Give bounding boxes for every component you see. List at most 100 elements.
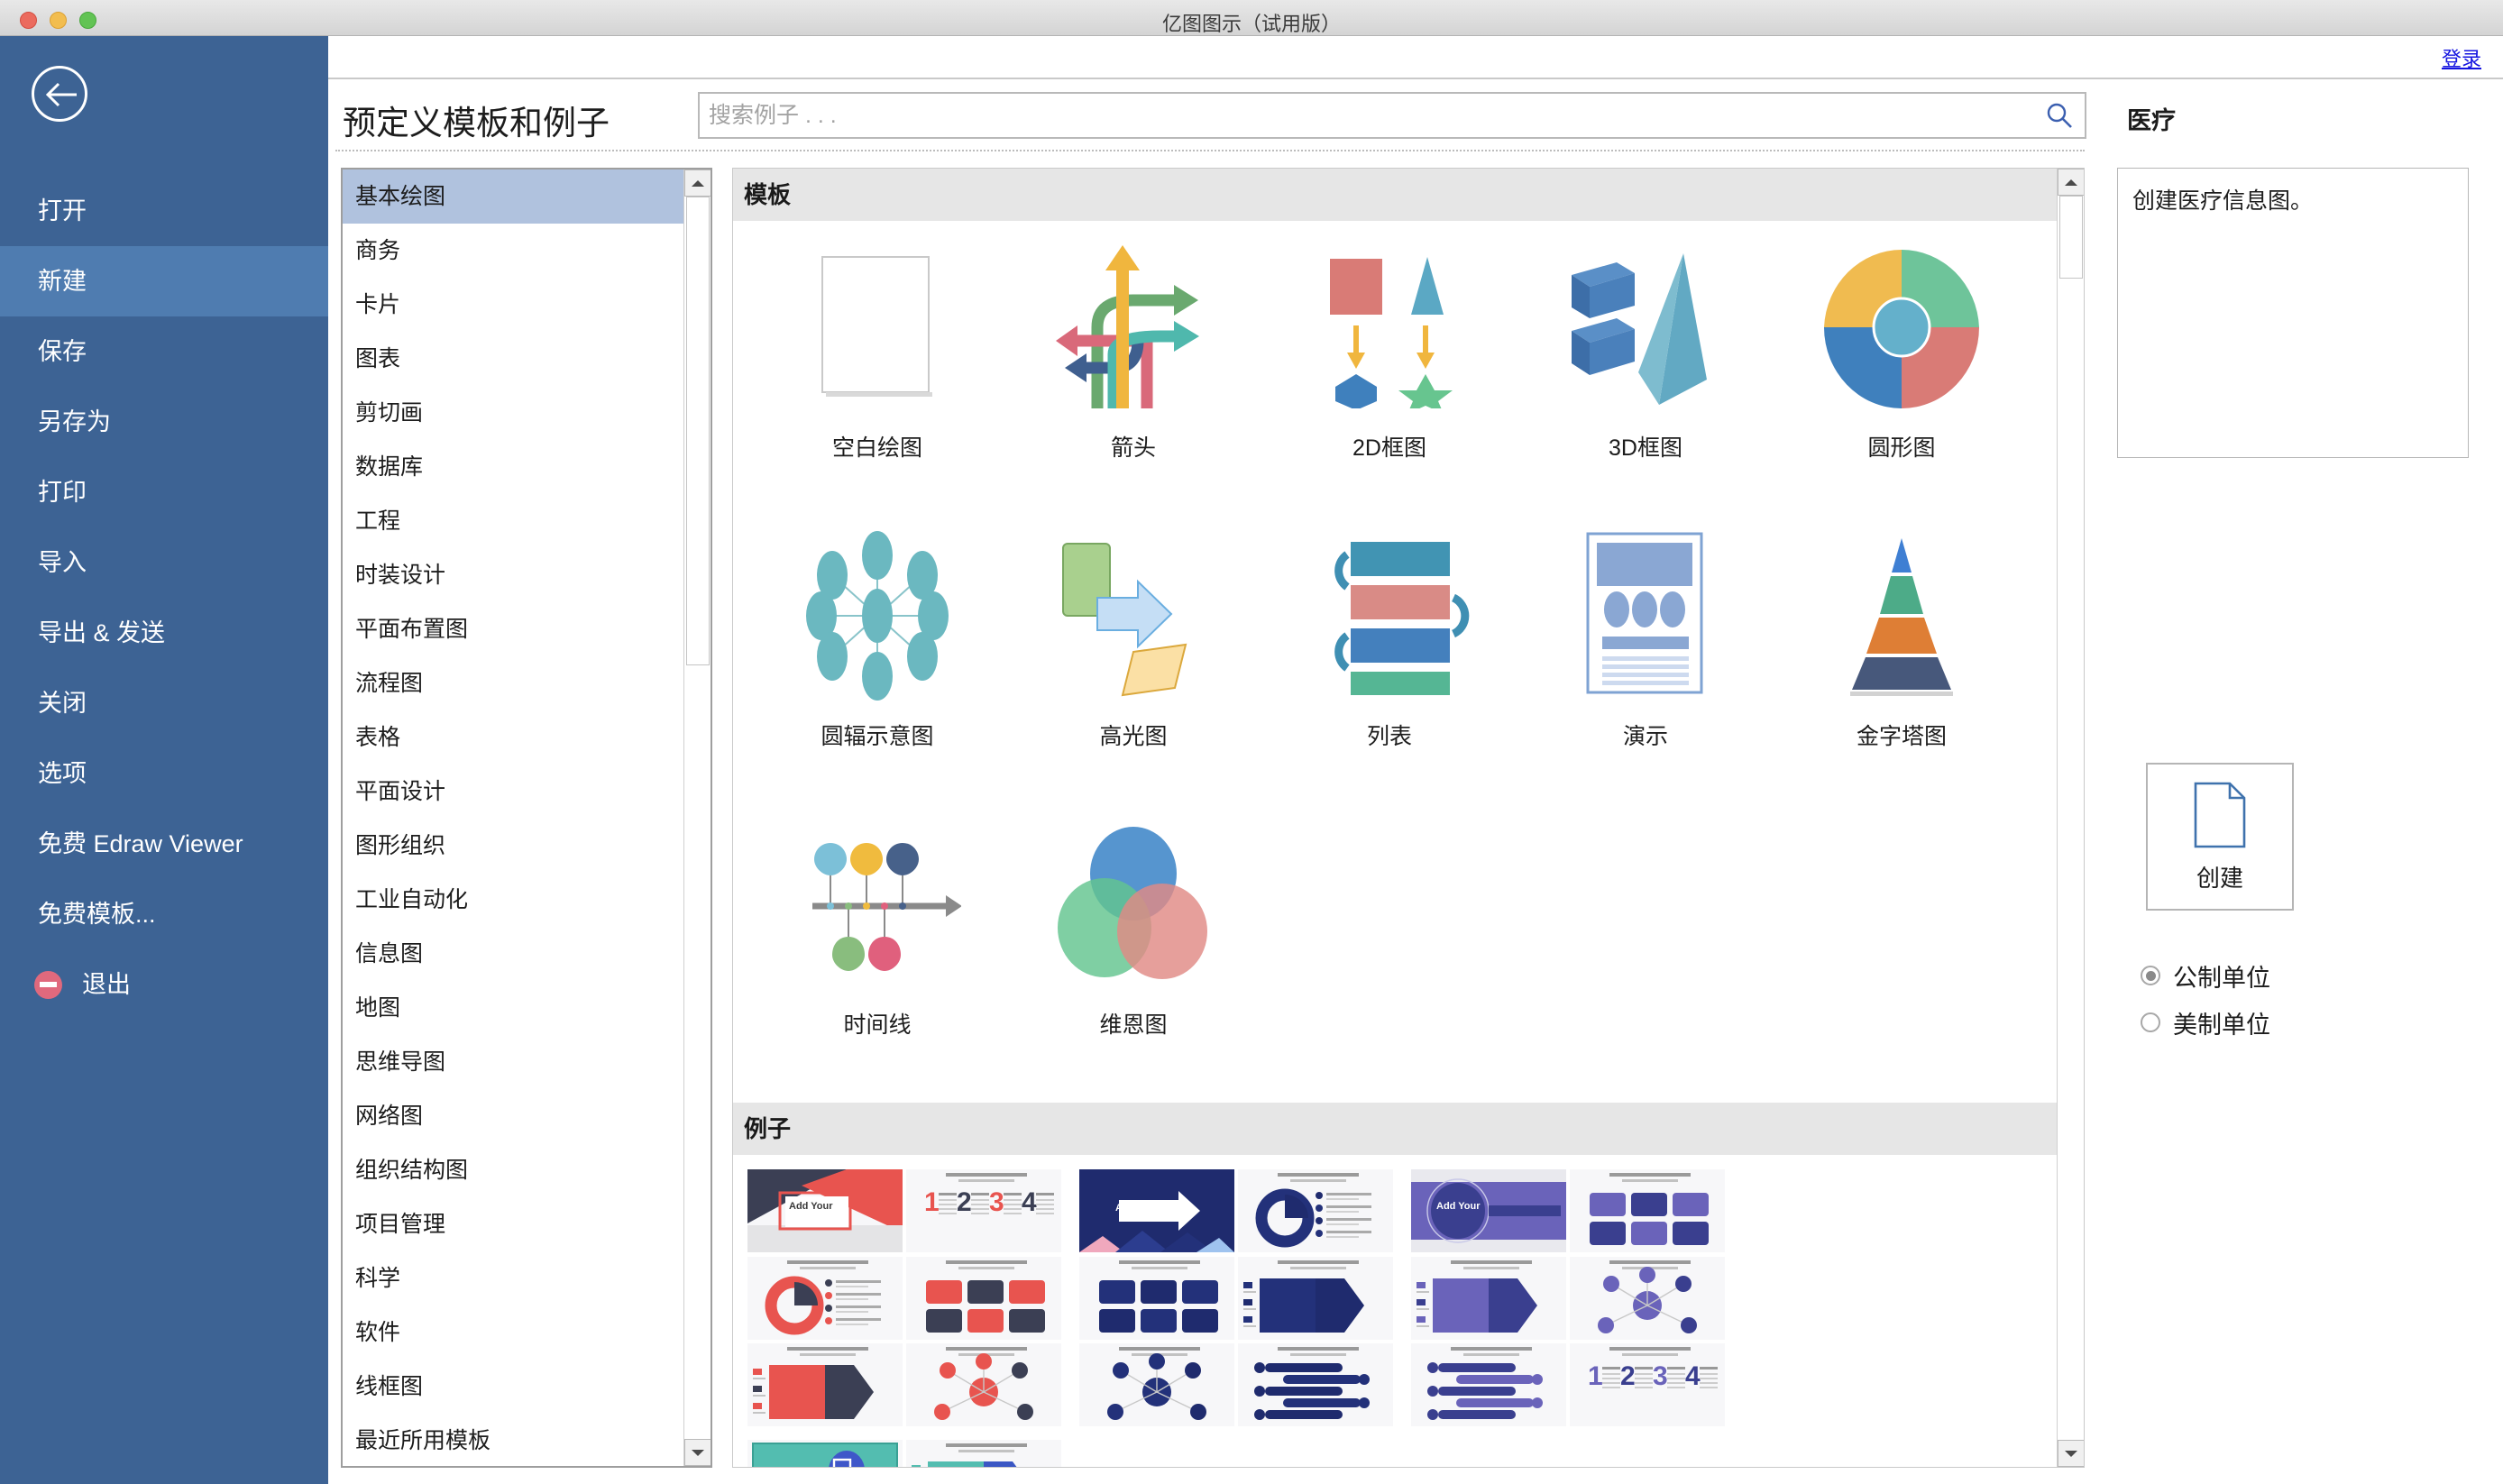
back-arrow-icon[interactable] bbox=[32, 66, 87, 122]
template-card[interactable]: 3D框图 bbox=[1517, 237, 1774, 526]
category-item[interactable]: 平面布置图 bbox=[343, 602, 683, 656]
template-card[interactable]: 2D框图 bbox=[1261, 237, 1517, 526]
category-scroll-track[interactable] bbox=[684, 197, 711, 1439]
example-thumbnail[interactable] bbox=[906, 1440, 1061, 1467]
example-thumbnail[interactable]: Add Your bbox=[1079, 1169, 1234, 1252]
header-divider bbox=[335, 150, 2085, 151]
content-scroll-down-icon[interactable] bbox=[2058, 1440, 2084, 1467]
examples-section-heading: 例子 bbox=[733, 1103, 2084, 1155]
sidebar-item-options[interactable]: 选项 bbox=[0, 738, 328, 809]
category-scroll-down-icon[interactable] bbox=[684, 1439, 711, 1466]
create-button[interactable]: 创建 bbox=[2146, 763, 2294, 911]
sidebar-item-free-edraw-viewer[interactable]: 免费 Edraw Viewer bbox=[0, 809, 328, 879]
example-thumbnail[interactable]: Add Your bbox=[1411, 1169, 1566, 1252]
example-thumbnail[interactable] bbox=[1238, 1169, 1393, 1252]
category-item[interactable]: 组织结构图 bbox=[343, 1143, 683, 1197]
sidebar-item-print[interactable]: 打印 bbox=[0, 457, 328, 527]
example-group[interactable]: Add Your1234 bbox=[747, 1169, 1072, 1431]
login-link[interactable]: 登录 bbox=[2442, 43, 2481, 72]
template-card[interactable]: 圆形图 bbox=[1774, 237, 2030, 526]
category-item[interactable]: 数据库 bbox=[343, 440, 683, 494]
template-card[interactable]: 金字塔图 bbox=[1774, 526, 2030, 814]
example-thumbnail[interactable] bbox=[747, 1256, 903, 1340]
radio-us-units[interactable]: 美制单位 bbox=[2141, 999, 2270, 1046]
category-item[interactable]: 图表 bbox=[343, 332, 683, 386]
template-card[interactable]: 维恩图 bbox=[1005, 814, 1261, 1103]
create-button-label: 创建 bbox=[2196, 864, 2243, 892]
sidebar-item-free-templates[interactable]: 免费模板... bbox=[0, 879, 328, 949]
category-item-label: 科学 bbox=[355, 1266, 401, 1291]
sidebar-item-import[interactable]: 导入 bbox=[0, 527, 328, 598]
category-scroll-thumb[interactable] bbox=[686, 197, 710, 665]
category-item[interactable]: 商务 bbox=[343, 224, 683, 278]
category-item[interactable]: 基本绘图 bbox=[343, 169, 683, 224]
sidebar-item-close[interactable]: 关闭 bbox=[0, 668, 328, 738]
category-item[interactable]: 图形组织 bbox=[343, 819, 683, 873]
category-item[interactable]: 剪切画 bbox=[343, 386, 683, 440]
example-thumbnail[interactable]: Add Your bbox=[747, 1440, 903, 1467]
example-group[interactable]: Add Your1234 bbox=[747, 1440, 1072, 1467]
example-thumbnail[interactable]: 1234 bbox=[1570, 1343, 1725, 1427]
highlight-arrow-icon bbox=[1043, 526, 1224, 706]
content-scrollbar[interactable] bbox=[2057, 169, 2084, 1467]
template-card[interactable]: 列表 bbox=[1261, 526, 1517, 814]
example-thumbnail[interactable] bbox=[1079, 1256, 1234, 1340]
category-item[interactable]: 科学 bbox=[343, 1251, 683, 1305]
template-card[interactable]: 空白绘图 bbox=[749, 237, 1005, 526]
category-item[interactable]: 时装设计 bbox=[343, 548, 683, 602]
sidebar-item-save-as[interactable]: 另存为 bbox=[0, 387, 328, 457]
example-thumbnail[interactable] bbox=[1079, 1343, 1234, 1427]
category-item-label: 网络图 bbox=[355, 1104, 424, 1129]
category-item[interactable]: 卡片 bbox=[343, 278, 683, 332]
sidebar-item-open[interactable]: 打开 bbox=[0, 176, 328, 246]
content-scroll-thumb[interactable] bbox=[2059, 196, 2083, 279]
category-item[interactable]: 工程 bbox=[343, 494, 683, 548]
example-thumbnail[interactable] bbox=[906, 1343, 1061, 1427]
example-thumbnail[interactable]: 1234 bbox=[906, 1169, 1061, 1252]
example-group[interactable]: Add Your 1234 bbox=[1411, 1169, 1736, 1431]
example-thumbnail[interactable] bbox=[1411, 1256, 1566, 1340]
sidebar-item-save[interactable]: 保存 bbox=[0, 316, 328, 387]
category-scroll-up-icon[interactable] bbox=[684, 169, 711, 197]
example-thumbnail[interactable]: Add Your bbox=[747, 1169, 903, 1252]
template-card[interactable]: 圆辐示意图 bbox=[749, 526, 1005, 814]
category-item[interactable]: 软件 bbox=[343, 1305, 683, 1360]
content-scroll-up-icon[interactable] bbox=[2058, 169, 2084, 196]
template-card[interactable]: 演示 bbox=[1517, 526, 1774, 814]
search-box[interactable] bbox=[698, 92, 2086, 139]
example-thumbnail[interactable] bbox=[906, 1256, 1061, 1340]
category-scrollbar[interactable] bbox=[683, 169, 711, 1466]
template-card[interactable]: 时间线 bbox=[749, 814, 1005, 1103]
category-item[interactable]: 网络图 bbox=[343, 1089, 683, 1143]
example-thumbnail[interactable] bbox=[1238, 1343, 1393, 1427]
category-item[interactable]: 线框图 bbox=[343, 1360, 683, 1414]
search-input[interactable] bbox=[709, 94, 1998, 137]
example-group[interactable]: Add Your bbox=[1079, 1169, 1404, 1431]
sidebar-item-export-send[interactable]: 导出 & 发送 bbox=[0, 598, 328, 668]
sidebar-item-exit[interactable]: 退出 bbox=[0, 949, 328, 1020]
example-thumbnail[interactable] bbox=[1238, 1256, 1393, 1340]
example-thumbnail[interactable] bbox=[1570, 1256, 1725, 1340]
category-item[interactable]: 流程图 bbox=[343, 656, 683, 710]
sidebar-item-new[interactable]: 新建 bbox=[0, 246, 328, 316]
category-item[interactable]: 表格 bbox=[343, 710, 683, 765]
radio-metric-units[interactable]: 公制单位 bbox=[2141, 952, 2270, 999]
category-item[interactable]: 工业自动化 bbox=[343, 873, 683, 927]
category-item[interactable]: 思维导图 bbox=[343, 1035, 683, 1089]
category-item[interactable]: 信息图 bbox=[343, 927, 683, 981]
circular-donut-icon bbox=[1811, 237, 1992, 417]
search-icon[interactable] bbox=[2045, 101, 2074, 130]
template-card[interactable]: 高光图 bbox=[1005, 526, 1261, 814]
template-label: 3D框图 bbox=[1609, 435, 1682, 461]
template-card[interactable]: 箭头 bbox=[1005, 237, 1261, 526]
example-thumbnail[interactable] bbox=[747, 1343, 903, 1427]
category-item[interactable]: 项目管理 bbox=[343, 1197, 683, 1251]
svg-text:4: 4 bbox=[1685, 1361, 1701, 1391]
content-scroll-track[interactable] bbox=[2058, 196, 2084, 1440]
example-thumbnail[interactable] bbox=[1411, 1343, 1566, 1427]
category-item[interactable]: 地图 bbox=[343, 981, 683, 1035]
svg-text:4: 4 bbox=[1022, 1187, 1037, 1217]
example-thumbnail[interactable] bbox=[1570, 1169, 1725, 1252]
category-item[interactable]: 平面设计 bbox=[343, 765, 683, 819]
category-item[interactable]: 最近所用模板 bbox=[343, 1414, 683, 1466]
